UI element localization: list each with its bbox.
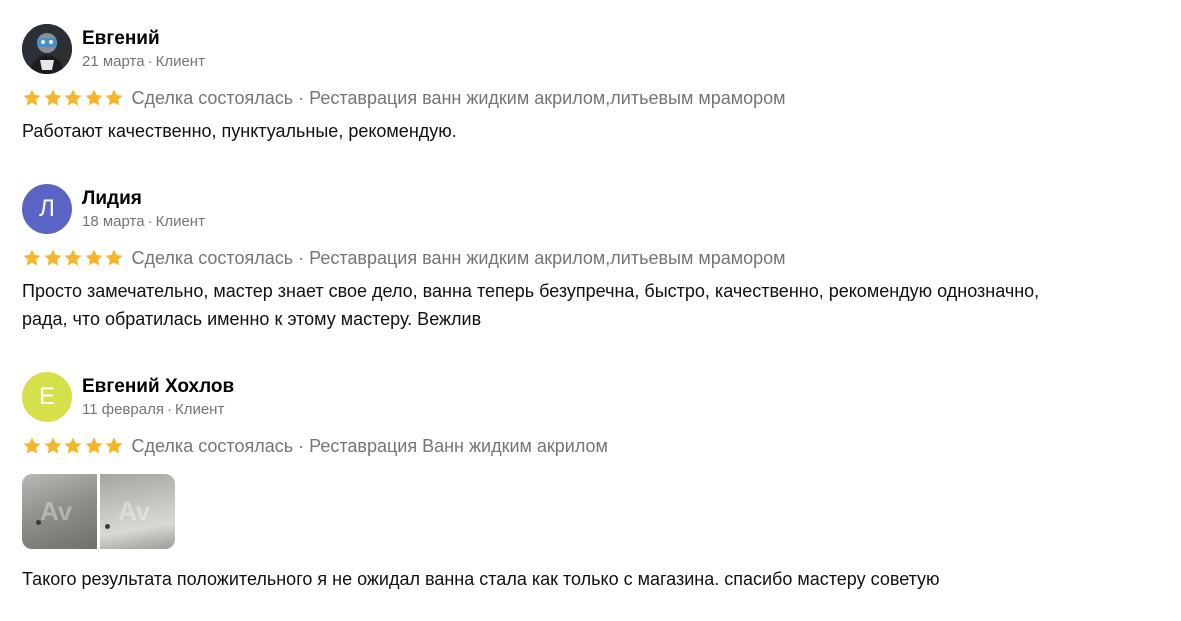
review-meta: 21 марта · Клиент bbox=[82, 53, 205, 70]
star-icon bbox=[22, 88, 42, 108]
rating-line: Сделка состоялась · Реставрация Ванн жидки… bbox=[22, 434, 608, 458]
review-header: Е Евгений Хохлов 11 февраля · Клиент bbox=[22, 372, 1162, 424]
star-icon bbox=[43, 436, 63, 456]
meta-separator: · bbox=[147, 213, 153, 230]
review-text-line: рада, что обратилась именно к этому маст… bbox=[22, 309, 482, 329]
star-icon bbox=[43, 248, 63, 268]
review-header: Евгений 21 марта · Клиент bbox=[22, 24, 1162, 76]
photo-detail bbox=[36, 520, 41, 525]
rating-stars bbox=[22, 88, 125, 108]
review-text: Просто замечательно, мастер знает свое д… bbox=[22, 277, 1162, 333]
review-text-line: Просто замечательно, мастер знает свое д… bbox=[22, 281, 1040, 301]
star-icon bbox=[104, 248, 124, 268]
star-icon bbox=[104, 88, 124, 108]
review-meta: 11 февраля · Клиент bbox=[82, 401, 224, 418]
deal-status: Сделка состоялась bbox=[131, 87, 294, 108]
review-item: Л Лидия 18 марта · Клиент Сделка состоялас… bbox=[22, 184, 1162, 329]
author-role: Клиент bbox=[174, 401, 225, 418]
author-name[interactable]: Евгений Хохлов bbox=[82, 376, 234, 398]
star-icon bbox=[84, 248, 104, 268]
review-photos: Av Av bbox=[22, 474, 175, 549]
meta-separator: · bbox=[147, 53, 153, 70]
review-item: Евгений 21 марта · Клиент Сделка состоялас… bbox=[22, 24, 1162, 141]
star-icon bbox=[84, 88, 104, 108]
star-icon bbox=[84, 436, 104, 456]
author-name[interactable]: Лидия bbox=[82, 188, 142, 210]
author-role: Клиент bbox=[155, 213, 205, 230]
status-separator: · bbox=[298, 435, 305, 456]
avatar-letter: Л bbox=[39, 195, 55, 222]
avatar[interactable]: Е bbox=[22, 372, 72, 422]
star-icon bbox=[104, 436, 124, 456]
star-icon bbox=[63, 88, 83, 108]
photo-detail bbox=[105, 524, 110, 529]
star-icon bbox=[63, 436, 83, 456]
service-name: Реставрация ванн жидким акрилом,литьевым… bbox=[309, 87, 786, 108]
deal-status: Сделка состоялась bbox=[131, 435, 294, 456]
author-role: Клиент bbox=[155, 53, 205, 70]
service-name: Реставрация Ванн жидким акрилом bbox=[309, 435, 608, 456]
star-icon bbox=[22, 436, 42, 456]
author-name[interactable]: Евгений bbox=[82, 28, 160, 50]
review-text: Работают качественно, пунктуальные, реко… bbox=[22, 121, 457, 141]
status-separator: · bbox=[298, 87, 305, 108]
star-icon bbox=[63, 248, 83, 268]
deal-status: Сделка состоялась bbox=[131, 247, 294, 268]
meta-separator: · bbox=[166, 401, 172, 418]
avatar[interactable] bbox=[22, 24, 72, 74]
rating-stars bbox=[22, 436, 125, 456]
star-icon bbox=[43, 88, 63, 108]
watermark-graphic: Av bbox=[118, 496, 151, 526]
review-photo-thumbnail[interactable]: Av bbox=[22, 474, 97, 549]
avatar-photo-icon bbox=[22, 24, 72, 74]
status-separator: · bbox=[298, 247, 305, 268]
review-date: 18 марта bbox=[82, 213, 145, 230]
avatar[interactable]: Л bbox=[22, 184, 72, 234]
watermark-graphic: Av bbox=[40, 496, 73, 526]
review-date: 11 февраля bbox=[82, 401, 164, 418]
review-item: Е Евгений Хохлов 11 февраля · Клиент Сделк… bbox=[22, 372, 1162, 589]
review-text: Такого результата положительного я не ож… bbox=[22, 569, 940, 589]
rating-stars bbox=[22, 248, 125, 268]
star-icon bbox=[22, 248, 42, 268]
review-photo-thumbnail[interactable]: Av bbox=[100, 474, 175, 549]
avatar-letter: Е bbox=[38, 383, 55, 410]
review-header: Л Лидия 18 марта · Клиент bbox=[22, 184, 1162, 236]
rating-line: Сделка состоялась · Реставрация ванн жидки… bbox=[22, 246, 786, 270]
rating-line: Сделка состоялась · Реставрация ванн жидки… bbox=[22, 86, 786, 110]
review-date: 21 марта bbox=[82, 53, 145, 70]
review-meta: 18 марта · Клиент bbox=[82, 213, 205, 230]
service-name: Реставрация ванн жидким акрилом,литьевым… bbox=[309, 247, 786, 268]
